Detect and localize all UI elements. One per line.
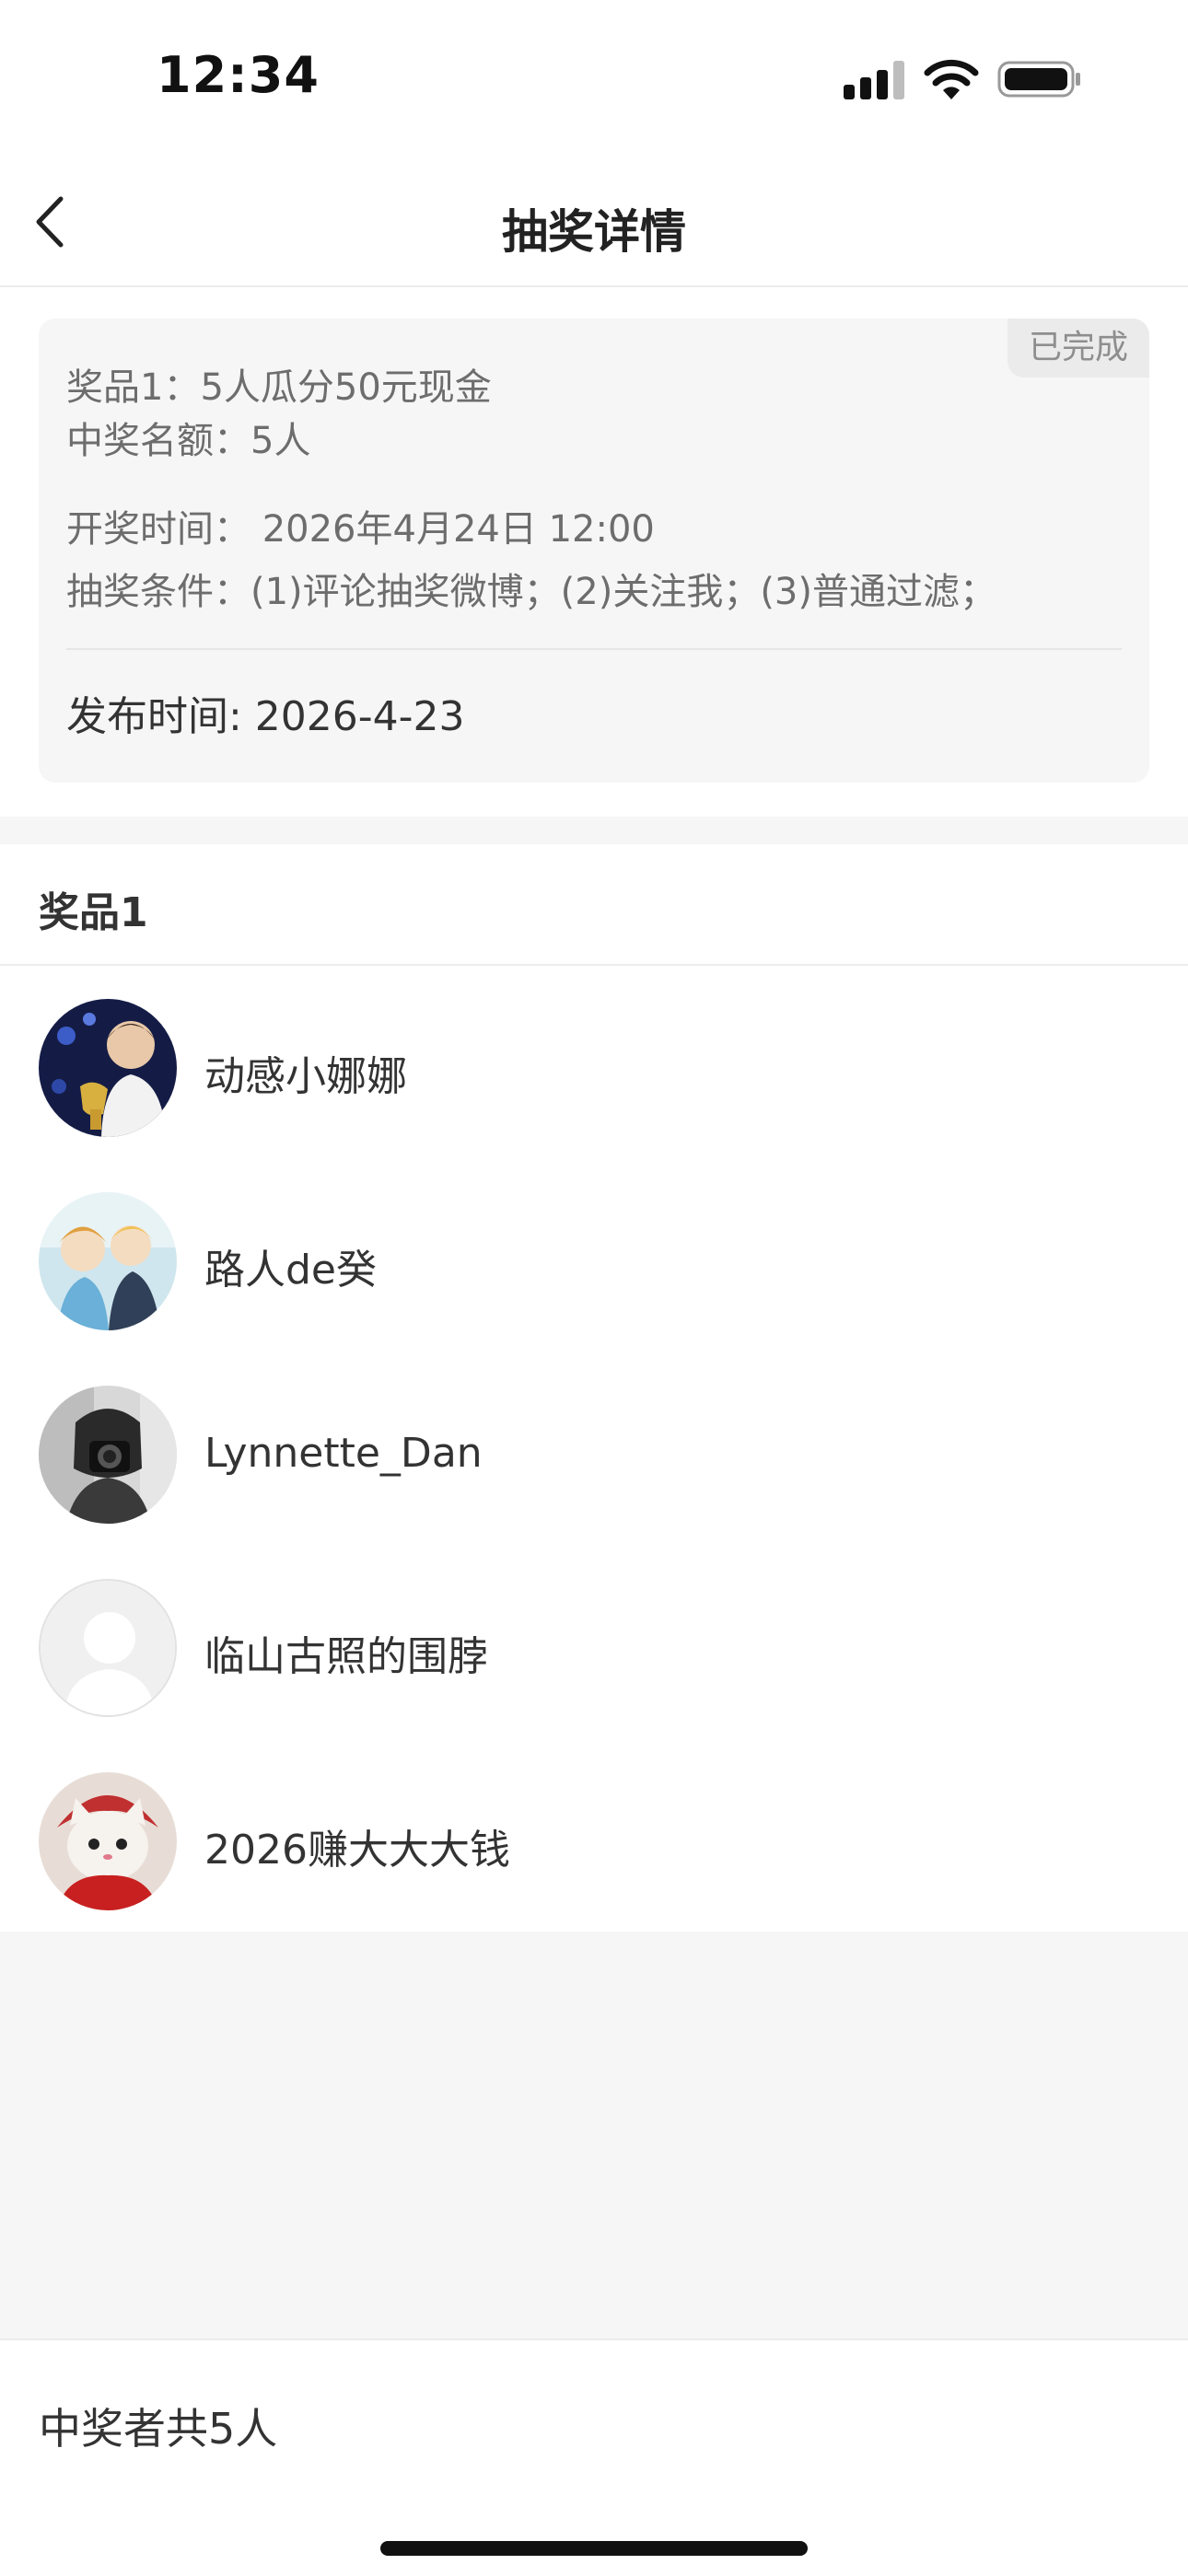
- avatar[interactable]: [39, 1192, 177, 1330]
- winners-section: 奖品1 动感小娜娜 路人de癸 Lynnette_Dan 临山古照的围脖 202…: [0, 844, 1188, 1932]
- winner-name: 2026赚大大大钱: [204, 1827, 510, 1874]
- lottery-info-section: 已完成 奖品1：5人瓜分50元现金 中奖名额：5人 开奖时间： 2026年4月2…: [0, 287, 1188, 817]
- winners-quota: 中奖名额：5人: [66, 420, 311, 462]
- winner-name: Lynnette_Dan: [204, 1430, 483, 1477]
- avatar[interactable]: [39, 1386, 177, 1524]
- lottery-info-card: 已完成 奖品1：5人瓜分50元现金 中奖名额：5人 开奖时间： 2026年4月2…: [39, 319, 1149, 783]
- prize-description: 奖品1：5人瓜分50元现金: [66, 366, 492, 409]
- home-indicator[interactable]: [380, 2541, 808, 2556]
- avatar[interactable]: [39, 1772, 177, 1910]
- winner-name: 路人de癸: [204, 1247, 377, 1294]
- winner-row[interactable]: Lynnette_Dan: [0, 1351, 1188, 1544]
- status-bar: 12:34: [0, 0, 1188, 157]
- prize-header: 奖品1: [0, 844, 1188, 966]
- winner-row[interactable]: 动感小娜娜: [0, 964, 1188, 1157]
- bottom-bar: 中奖者共5人: [0, 2338, 1188, 2576]
- cellular-signal-icon: [844, 59, 906, 99]
- avatar[interactable]: [39, 999, 177, 1137]
- winner-row[interactable]: 路人de癸: [0, 1157, 1188, 1351]
- winner-row[interactable]: 临山古照的围脖: [0, 1544, 1188, 1737]
- prize-title: 奖品1: [39, 889, 148, 936]
- battery-icon: [997, 61, 1080, 98]
- winner-name: 动感小娜娜: [204, 1053, 407, 1100]
- winner-count: 中奖者共5人: [39, 2404, 278, 2454]
- draw-conditions: 抽奖条件：(1)评论抽奖微博；(2)关注我；(3)普通过滤；: [66, 571, 996, 613]
- winner-name: 临山古照的围脖: [204, 1633, 488, 1680]
- status-badge: 已完成: [1007, 319, 1149, 377]
- default-avatar[interactable]: [39, 1579, 177, 1717]
- page-title: 抽奖详情: [502, 205, 686, 259]
- status-time: 12:34: [157, 46, 320, 104]
- nav-bar: 抽奖详情: [0, 157, 1188, 287]
- draw-time: 开奖时间： 2026年4月24日 12:00: [66, 508, 655, 551]
- wifi-icon: [924, 59, 979, 99]
- publish-time: 发布时间: 2026-4-23: [66, 693, 465, 740]
- divider: [66, 648, 1122, 650]
- winner-row[interactable]: 2026赚大大大钱: [0, 1737, 1188, 1931]
